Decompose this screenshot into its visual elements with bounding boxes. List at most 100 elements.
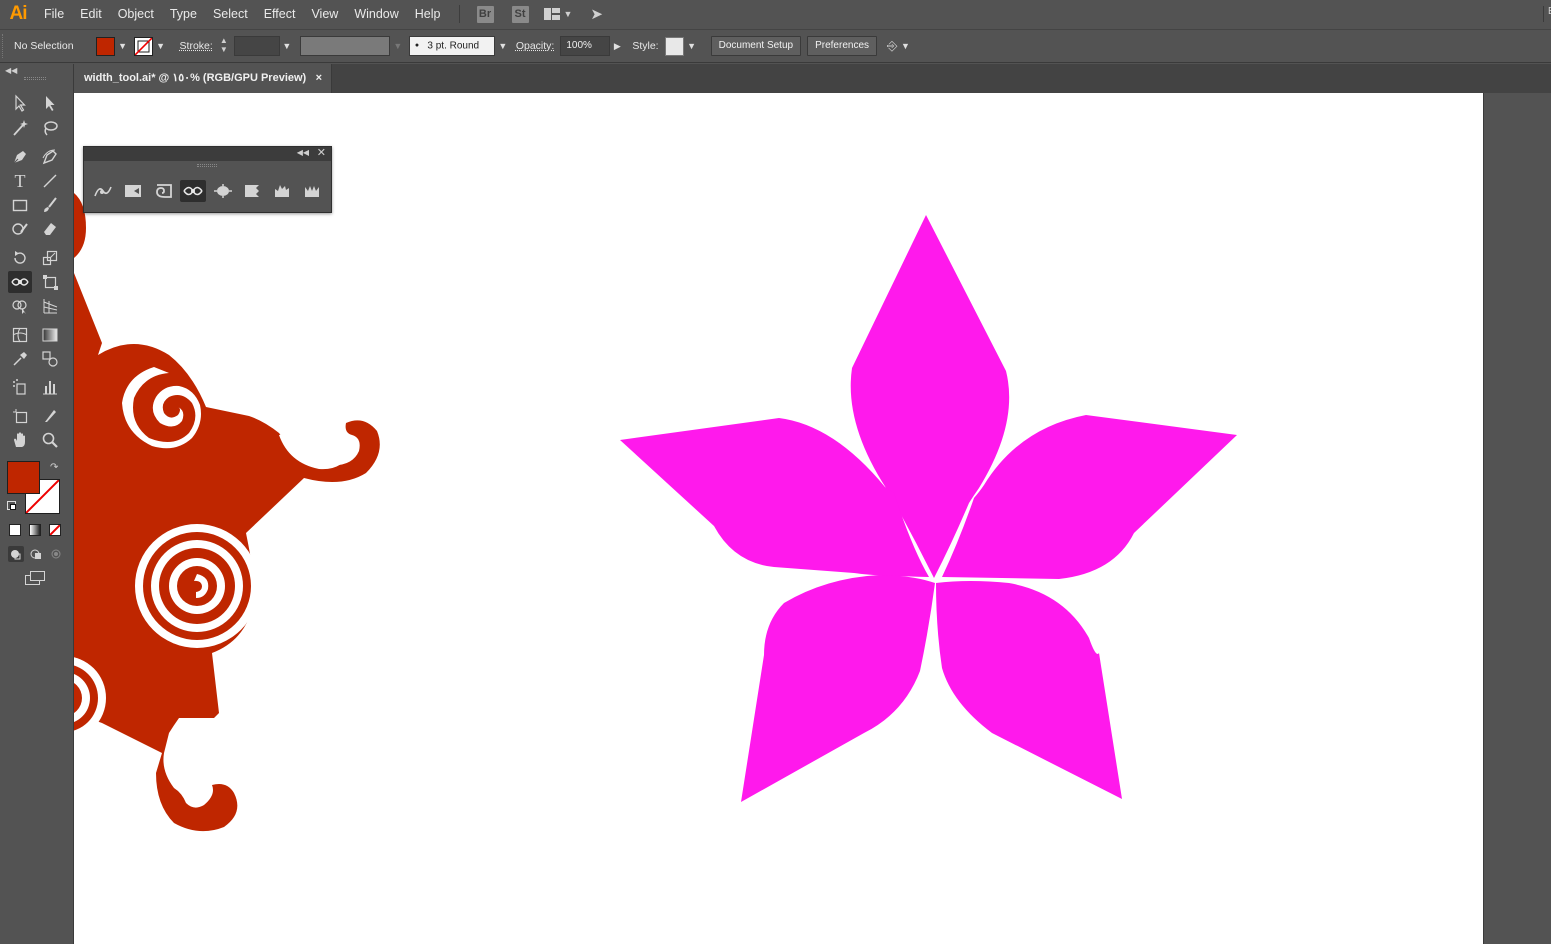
none-mode-icon[interactable]	[49, 524, 61, 536]
draw-inside-icon	[48, 546, 64, 562]
hand-tool-icon[interactable]	[8, 429, 32, 451]
tools-panel: ◀◀ T ↷	[0, 64, 74, 944]
bridge-button[interactable]: Br	[476, 5, 494, 23]
menu-view[interactable]: View	[303, 0, 346, 28]
control-bar: No Selection ▼ ▼ Stroke: ▲ ▼ ▼ ▼ ● 3 pt. …	[0, 29, 1551, 63]
close-panel-icon[interactable]: ✕	[317, 146, 326, 159]
chevron-down-icon[interactable]: ▼	[687, 41, 697, 51]
rotate-tool-icon[interactable]	[8, 247, 32, 269]
change-screen-mode-icon[interactable]	[24, 570, 46, 586]
fill-color-box[interactable]	[7, 461, 40, 494]
brush-definition-field[interactable]: ● 3 pt. Round	[408, 36, 495, 56]
document-tab[interactable]: width_tool.ai* @ ١٥٠% (RGB/GPU Preview) …	[74, 64, 332, 93]
column-graph-tool-icon[interactable]	[38, 376, 62, 398]
gpu-performance-icon[interactable]: ➤	[590, 5, 603, 23]
eraser-tool-icon[interactable]	[38, 218, 62, 240]
pasteboard-right[interactable]	[1483, 93, 1551, 944]
artboard-tool-icon[interactable]	[8, 405, 32, 427]
arrange-documents-icon[interactable]	[543, 8, 560, 20]
rectangle-tool-icon[interactable]	[8, 194, 32, 216]
opacity-field[interactable]: 100%	[560, 36, 611, 56]
opacity-label[interactable]: Opacity:	[516, 40, 555, 52]
menu-select[interactable]: Select	[205, 0, 256, 28]
graphic-style-swatch[interactable]	[664, 36, 684, 56]
fill-swatch[interactable]	[95, 36, 115, 56]
stroke-weight-field[interactable]	[233, 36, 280, 56]
draw-normal-icon[interactable]	[8, 546, 24, 562]
variable-width-profile[interactable]	[299, 36, 390, 56]
bloat-tool-icon[interactable]	[210, 180, 236, 202]
style-label: Style:	[632, 40, 659, 52]
pen-tool-icon[interactable]	[8, 146, 32, 168]
document-setup-button[interactable]: Document Setup	[710, 36, 802, 56]
warp-tool-icon[interactable]	[120, 180, 146, 202]
chevron-down-icon[interactable]: ▼	[564, 9, 573, 19]
eyedropper-tool-icon[interactable]	[8, 348, 32, 370]
chevron-down-icon[interactable]: ▼	[900, 41, 910, 51]
line-segment-tool-icon[interactable]	[38, 170, 62, 192]
width-tool-icon[interactable]	[8, 271, 32, 293]
panel-grip[interactable]	[197, 164, 217, 167]
brush-definition-label: 3 pt. Round	[427, 40, 480, 52]
close-tab-icon[interactable]: ×	[316, 64, 322, 93]
blend-tool-icon[interactable]	[38, 348, 62, 370]
chevron-down-icon[interactable]: ▼	[282, 41, 292, 51]
shaper-tool-icon[interactable]	[8, 218, 32, 240]
stroke-swatch[interactable]	[133, 36, 153, 56]
menu-type[interactable]: Type	[162, 0, 205, 28]
menu-effect[interactable]: Effect	[256, 0, 304, 28]
gradient-mode-icon[interactable]	[29, 524, 41, 536]
perspective-grid-tool-icon[interactable]	[38, 295, 62, 317]
gradient-tool-icon[interactable]	[38, 324, 62, 346]
collapse-panel-icon[interactable]: ◀◀	[5, 66, 17, 75]
magic-wand-tool-icon[interactable]	[8, 117, 32, 139]
pucker-tool-icon[interactable]	[180, 180, 206, 202]
align-icon[interactable]: ⎆	[887, 38, 897, 54]
tearoff-tools-panel: ◀◀ ✕	[83, 146, 332, 213]
color-mode-icon[interactable]	[9, 524, 21, 536]
collapse-panel-icon[interactable]: ◀◀	[297, 148, 309, 157]
type-tool-icon[interactable]: T	[8, 170, 32, 192]
menu-file[interactable]: File	[36, 0, 72, 28]
direct-selection-tool-icon[interactable]	[38, 92, 62, 114]
twirl-tool-icon[interactable]	[150, 180, 176, 202]
menu-window[interactable]: Window	[346, 0, 406, 28]
workspace-switcher[interactable]: E	[1543, 6, 1551, 22]
paintbrush-tool-icon[interactable]	[38, 194, 62, 216]
control-bar-grip[interactable]	[2, 34, 8, 58]
stroke-stepper[interactable]: ▲ ▼	[218, 36, 230, 56]
preferences-button[interactable]: Preferences	[807, 36, 878, 56]
draw-behind-icon[interactable]	[28, 546, 44, 562]
stroke-label[interactable]: Stroke:	[180, 40, 213, 52]
tools-panel-grip[interactable]	[24, 77, 46, 80]
selection-tool-icon[interactable]	[8, 92, 32, 114]
stock-button[interactable]: St	[511, 5, 529, 23]
slice-tool-icon[interactable]	[38, 405, 62, 427]
artboard[interactable]	[74, 93, 1483, 944]
swap-fill-stroke-icon[interactable]: ↷	[50, 462, 58, 473]
shape-builder-tool-icon[interactable]	[8, 295, 32, 317]
menu-edit[interactable]: Edit	[72, 0, 110, 28]
star-artwork[interactable]	[74, 93, 1483, 944]
curvature-tool-icon[interactable]	[38, 146, 62, 168]
crystallize-tool-icon[interactable]	[269, 180, 295, 202]
chevron-right-icon[interactable]: ▶	[612, 41, 622, 52]
free-transform-tool-icon[interactable]	[38, 271, 62, 293]
wrinkle-tool-icon[interactable]	[299, 180, 325, 202]
lasso-tool-icon[interactable]	[38, 117, 62, 139]
default-fill-stroke-icon[interactable]	[7, 501, 16, 510]
menu-help[interactable]: Help	[407, 0, 449, 28]
illustrator-window: Ai File Edit Object Type Select Effect V…	[0, 0, 1551, 944]
menu-object[interactable]: Object	[110, 0, 162, 28]
mesh-tool-icon[interactable]	[8, 324, 32, 346]
width-tool-icon[interactable]	[90, 180, 116, 202]
chevron-down-icon[interactable]: ▼	[118, 41, 128, 51]
scallop-tool-icon[interactable]	[239, 180, 265, 202]
scale-tool-icon[interactable]	[38, 247, 62, 269]
zoom-tool-icon[interactable]	[38, 429, 62, 451]
selection-status: No Selection	[14, 40, 74, 52]
chevron-down-icon[interactable]: ▼	[156, 41, 166, 51]
panel-header[interactable]: ◀◀ ✕	[84, 147, 331, 161]
symbol-sprayer-tool-icon[interactable]	[8, 376, 32, 398]
chevron-down-icon[interactable]: ▼	[498, 41, 508, 51]
